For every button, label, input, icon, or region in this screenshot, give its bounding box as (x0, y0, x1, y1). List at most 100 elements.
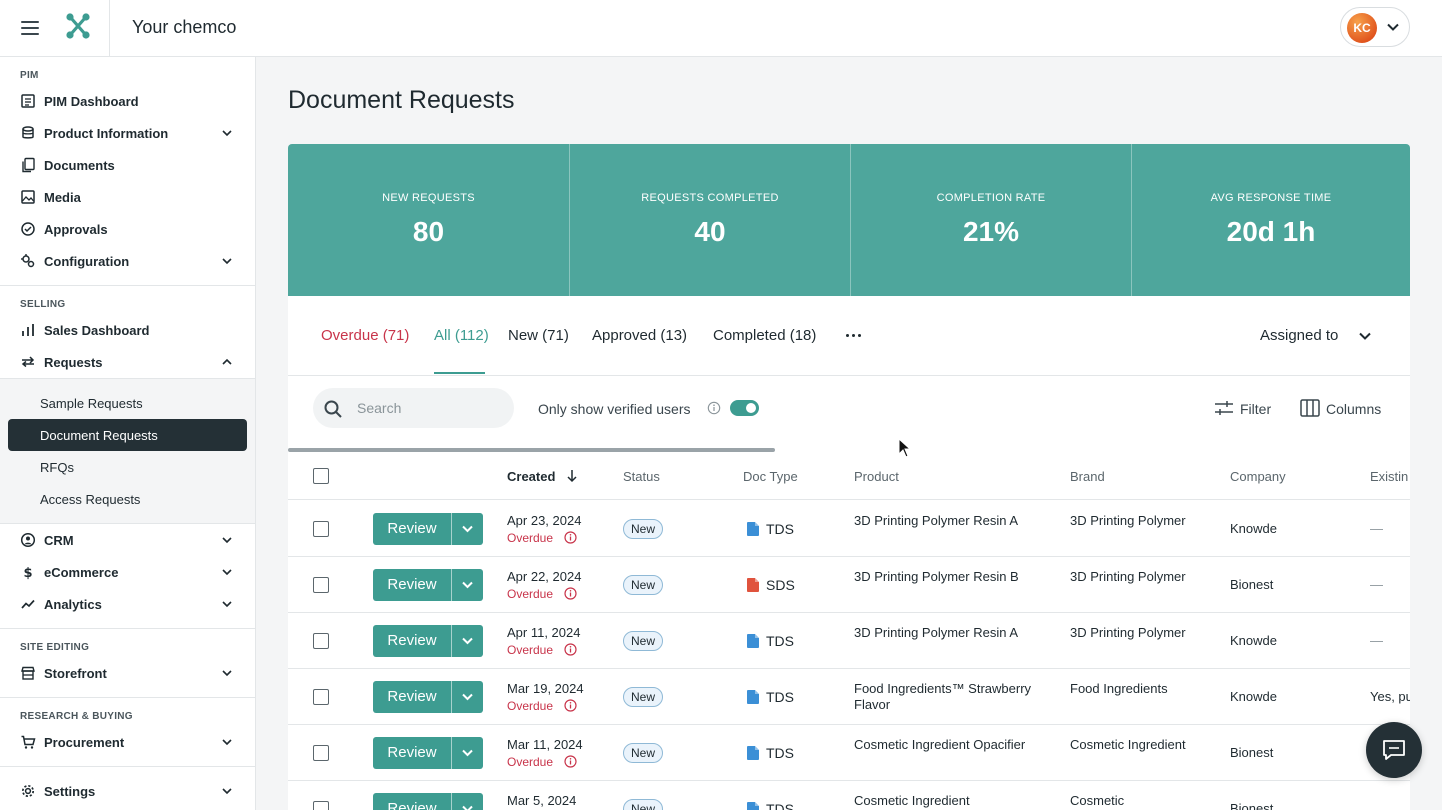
column-header-product[interactable]: Product (854, 469, 899, 484)
overdue-info-icon[interactable] (564, 699, 577, 712)
tab-completed[interactable]: Completed (18) (713, 327, 816, 344)
chevron-down-icon (462, 637, 473, 645)
filter-label: Filter (1240, 401, 1272, 417)
sidebar-item-storefront[interactable]: Storefront (0, 657, 255, 689)
filter-button[interactable]: Filter (1212, 398, 1276, 418)
subnav-sample-requests[interactable]: Sample Requests (8, 387, 247, 419)
review-dropdown-button[interactable] (452, 569, 483, 601)
user-circle-icon (20, 532, 36, 548)
sidebar-item-procurement[interactable]: Procurement (0, 726, 255, 758)
verified-users-toggle[interactable] (730, 400, 759, 416)
overdue-label: Overdue (507, 587, 554, 601)
sidebar-item-sales-dashboard[interactable]: Sales Dashboard (0, 314, 255, 346)
sidebar-item-label: Product Information (44, 126, 169, 141)
created-date: Mar 19, 2024 (507, 681, 584, 696)
column-header-doc-type[interactable]: Doc Type (743, 469, 798, 484)
column-header-company[interactable]: Company (1230, 469, 1286, 484)
brand-name: Cosmetic (1070, 793, 1125, 808)
chevron-down-icon (222, 670, 232, 677)
chat-icon (1383, 740, 1405, 760)
column-header-created[interactable]: Created (507, 469, 555, 484)
review-button[interactable]: Review (373, 625, 451, 657)
column-header-status[interactable]: Status (623, 469, 660, 484)
review-dropdown-button[interactable] (452, 737, 483, 769)
table-row[interactable]: Review Mar 19, 2024 Overdue New TDS Food Ingr… (288, 669, 1410, 725)
row-checkbox[interactable] (313, 577, 329, 593)
chat-button[interactable] (1366, 722, 1422, 778)
search-input[interactable]: Search (313, 388, 514, 428)
sidebar-item-settings[interactable]: Settings (0, 775, 255, 807)
subnav-rfqs[interactable]: RFQs (8, 451, 247, 483)
chevron-down-icon[interactable] (1358, 329, 1372, 343)
row-checkbox[interactable] (313, 689, 329, 705)
review-dropdown-button[interactable] (452, 513, 483, 545)
review-button[interactable]: Review (373, 569, 451, 601)
doc-type: TDS (766, 745, 794, 761)
subnav-access-requests[interactable]: Access Requests (8, 483, 247, 515)
user-menu-button[interactable]: KC (1340, 7, 1410, 47)
table-row[interactable]: Review Mar 5, 2024 New TDS Cosmetic Ingredie… (288, 781, 1410, 810)
row-checkbox[interactable] (313, 633, 329, 649)
row-checkbox[interactable] (313, 521, 329, 537)
chevron-down-icon (222, 788, 232, 795)
document-icon (747, 802, 759, 810)
sidebar-item-ecommerce[interactable]: $ eCommerce (0, 556, 255, 588)
table-row[interactable]: Review Mar 11, 2024 Overdue New TDS Cosmetic … (288, 725, 1410, 781)
chevron-down-icon (222, 537, 232, 544)
sort-down-icon[interactable] (566, 469, 578, 483)
row-checkbox[interactable] (313, 801, 329, 810)
table-row[interactable]: Review Apr 23, 2024 Overdue New TDS 3D Printi… (288, 501, 1410, 557)
info-icon[interactable] (707, 401, 721, 415)
assigned-to-dropdown[interactable]: Assigned to (1260, 327, 1338, 344)
stat-new-requests: NEW REQUESTS 80 (288, 144, 569, 296)
more-tabs-icon[interactable] (846, 334, 862, 338)
review-button[interactable]: Review (373, 513, 451, 545)
column-header-existing[interactable]: Existin (1370, 469, 1408, 484)
tab-overdue[interactable]: Overdue (71) (321, 327, 409, 344)
columns-icon (1300, 399, 1320, 417)
chevron-down-icon (222, 258, 232, 265)
subnav-document-requests[interactable]: Document Requests (8, 419, 247, 451)
config-icon (21, 254, 35, 268)
hamburger-menu-icon[interactable] (16, 14, 44, 42)
sidebar-item-requests[interactable]: Requests (0, 346, 255, 378)
column-header-brand[interactable]: Brand (1070, 469, 1105, 484)
review-button[interactable]: Review (373, 793, 451, 810)
document-icon (747, 634, 759, 648)
row-checkbox[interactable] (313, 745, 329, 761)
horizontal-scrollbar[interactable] (288, 448, 775, 452)
sidebar-item-product-information[interactable]: Product Information (0, 117, 255, 149)
chevron-down-icon (462, 749, 473, 757)
app-logo[interactable] (64, 11, 92, 41)
sidebar-item-analytics[interactable]: Analytics (0, 588, 255, 620)
mouse-cursor-icon (898, 438, 912, 458)
sidebar-item-pim-dashboard[interactable]: PIM Dashboard (0, 85, 255, 117)
columns-button[interactable]: Columns (1298, 398, 1388, 418)
review-dropdown-button[interactable] (452, 625, 483, 657)
subnav-label: Sample Requests (40, 396, 143, 411)
review-dropdown-button[interactable] (452, 681, 483, 713)
table-row[interactable]: Review Apr 22, 2024 Overdue New SDS 3D Printi… (288, 557, 1410, 613)
tab-new[interactable]: New (71) (508, 327, 569, 344)
overdue-info-icon[interactable] (564, 587, 577, 600)
select-all-checkbox[interactable] (313, 468, 329, 484)
review-button[interactable]: Review (373, 681, 451, 713)
review-button[interactable]: Review (373, 737, 451, 769)
document-icon (747, 690, 759, 704)
status-badge: New (623, 799, 664, 810)
sidebar-item-media[interactable]: Media (0, 181, 255, 213)
tab-approved[interactable]: Approved (13) (592, 327, 687, 344)
overdue-info-icon[interactable] (564, 755, 577, 768)
sidebar-item-crm[interactable]: CRM (0, 524, 255, 556)
sidebar-item-configuration[interactable]: Configuration (0, 245, 255, 277)
stat-label: REQUESTS COMPLETED (641, 192, 779, 204)
overdue-info-icon[interactable] (564, 531, 577, 544)
sidebar-item-documents[interactable]: Documents (0, 149, 255, 181)
review-dropdown-button[interactable] (452, 793, 483, 810)
sidebar-item-approvals[interactable]: Approvals (0, 213, 255, 245)
overdue-info-icon[interactable] (564, 643, 577, 656)
table-row[interactable]: Review Apr 11, 2024 Overdue New TDS 3D Printi… (288, 613, 1410, 669)
company-name-cell: Bionest (1230, 745, 1274, 760)
tab-all[interactable]: All (112) (434, 327, 489, 344)
created-date: Apr 11, 2024 (507, 625, 581, 640)
